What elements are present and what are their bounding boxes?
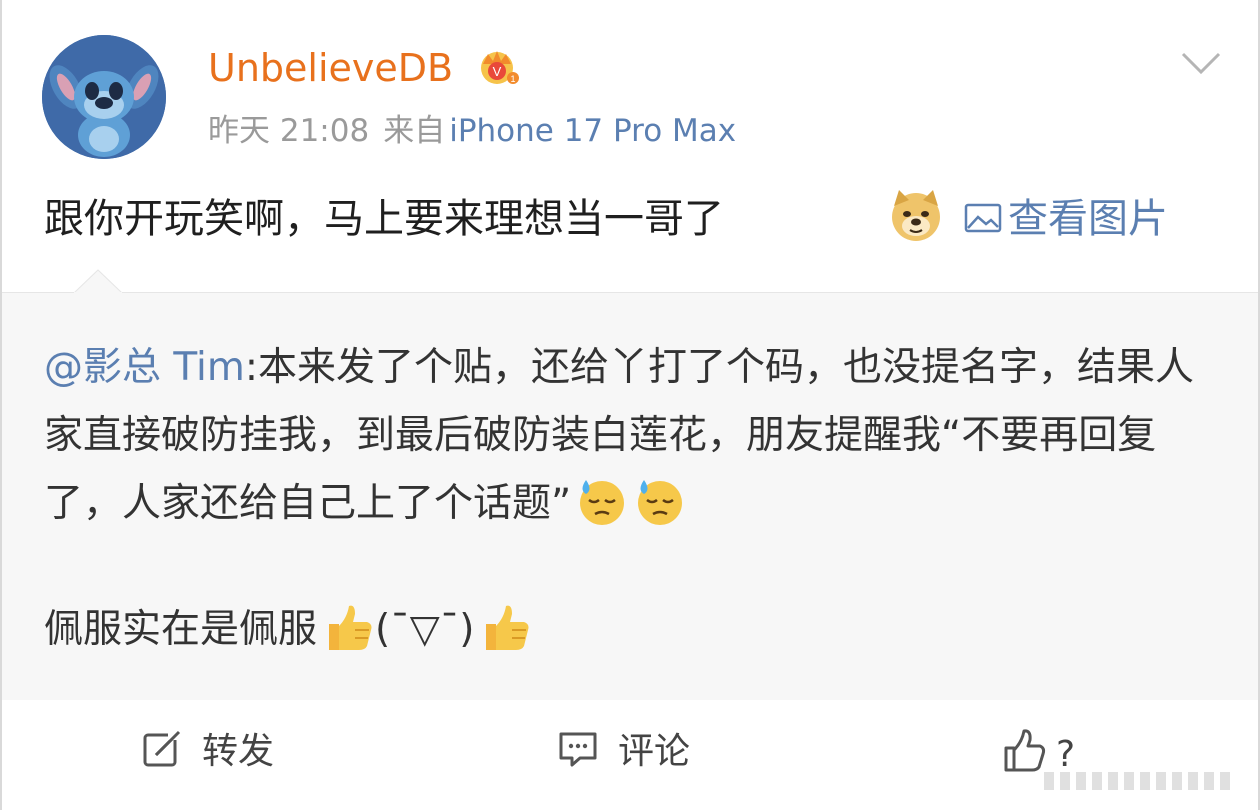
view-picture-label: 查看图片 (1008, 196, 1168, 242)
crown-icon: V 1 (481, 51, 519, 84)
chevron-down-icon[interactable] (1180, 50, 1222, 76)
svg-text:1: 1 (510, 74, 515, 84)
source-prefix: 来自 (383, 113, 446, 149)
stitch-avatar-icon (42, 35, 166, 159)
view-picture-link[interactable]: 查看图片 (964, 190, 1168, 248)
repost-label: 转发 (202, 731, 275, 772)
comment-button[interactable]: 评论 (558, 728, 690, 776)
sweat-emoji-icon (638, 480, 683, 525)
post-source[interactable]: iPhone 17 Pro Max (449, 113, 736, 149)
post-text: 跟你开玩笑啊，马上要来理想当一哥了 (44, 196, 724, 242)
comment-label: 评论 (618, 731, 691, 772)
sweat-emoji-icon (580, 480, 625, 525)
avatar[interactable] (42, 35, 166, 159)
thumbs-up-emoji-icon (329, 605, 372, 650)
repost-icon (143, 730, 181, 767)
svg-text:V: V (493, 64, 502, 79)
praise-kaomoji: (¯▽¯) (375, 607, 475, 652)
thumbs-up-emoji-icon (486, 605, 529, 650)
comment-icon (559, 732, 597, 767)
praise-text: 佩服实在是佩服 (44, 607, 318, 652)
repost-button[interactable]: 转发 (142, 728, 274, 776)
image-icon (964, 203, 1002, 233)
repost-notch (74, 269, 122, 294)
repost-mention[interactable]: @影总 Tim (44, 345, 245, 390)
repost-text: @影总 Tim:本来发了个贴，还给丫打了个码，也没提名字，结果人家直接破防挂我，… (44, 334, 1224, 538)
username[interactable]: UnbelieveDB (208, 44, 453, 92)
post-time: 昨天 21:08 (208, 113, 370, 149)
doge-emoji-icon (892, 190, 940, 241)
repost-praise-line: 佩服实在是佩服 (¯▽¯) (44, 596, 532, 664)
watermark-overlay (1040, 770, 1240, 792)
post-meta: 昨天 21:08 来自 iPhone 17 Pro Max (208, 110, 750, 152)
